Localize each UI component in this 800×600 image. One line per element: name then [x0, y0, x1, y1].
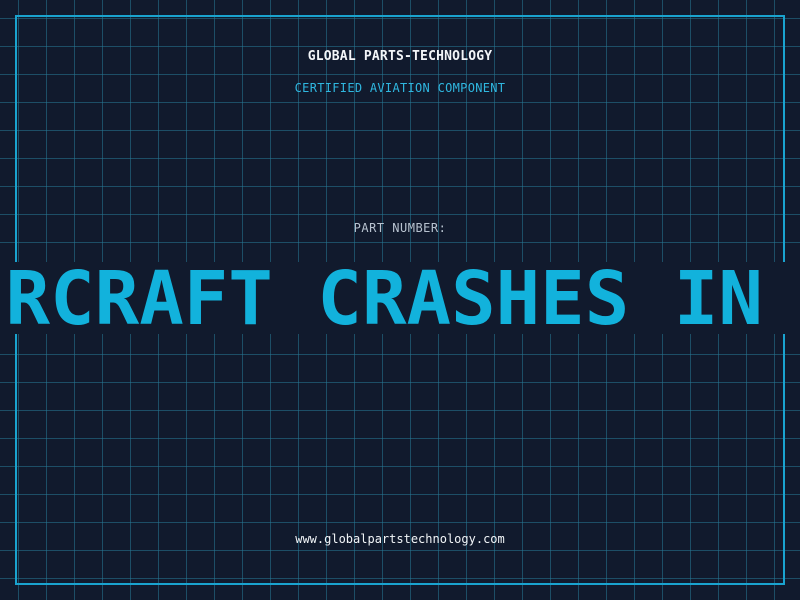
certification-subtitle: CERTIFIED AVIATION COMPONENT [294, 81, 506, 95]
part-number-ticker: IRCRAFT CRASHES IN [0, 262, 800, 334]
website-url: www.globalpartstechnology.com [295, 532, 505, 546]
part-number-ticker-text: IRCRAFT CRASHES IN [0, 262, 763, 334]
part-display-screen: GLOBAL PARTS-TECHNOLOGY CERTIFIED AVIATI… [0, 0, 800, 600]
part-number-label: PART NUMBER: [353, 221, 447, 235]
company-name: GLOBAL PARTS-TECHNOLOGY [307, 49, 493, 64]
